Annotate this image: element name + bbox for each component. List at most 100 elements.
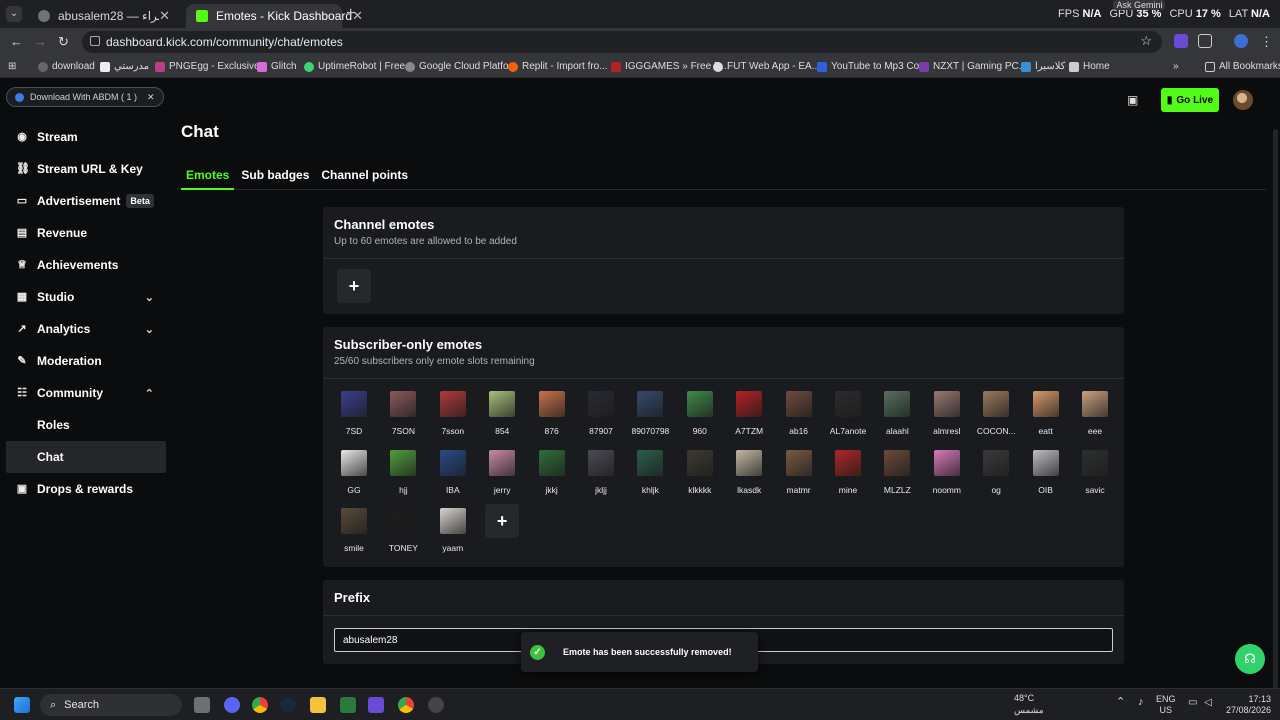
close-tab-icon[interactable]: ✕ — [159, 8, 170, 24]
bookmark-item[interactable]: كلاسيرا — [1021, 61, 1065, 72]
sidebar-item-drops-rewards[interactable]: ▣ Drops & rewards — [6, 473, 166, 505]
file-explorer-icon[interactable] — [310, 697, 326, 713]
emote-tile[interactable]: almresl — [927, 389, 976, 447]
tab-channel-points[interactable]: Channel points — [316, 163, 413, 190]
emote-tile[interactable]: 7sson — [433, 389, 482, 447]
sidebar-item-studio[interactable]: ▦ Studio ⌄ — [6, 281, 166, 313]
emote-tile[interactable]: 7SON — [383, 389, 432, 447]
emote-tile[interactable]: jerry — [482, 448, 531, 506]
user-avatar[interactable] — [1233, 90, 1253, 110]
bookmark-item[interactable]: Replit - Import fro... — [508, 61, 608, 72]
emote-tile[interactable]: 89070798 — [630, 389, 679, 447]
emote-tile[interactable]: eatt — [1026, 389, 1075, 447]
language-indicator[interactable]: ENG US — [1156, 694, 1176, 716]
bookmark-item[interactable]: NZXT | Gaming PC... — [919, 61, 1027, 72]
sidebar-item-moderation[interactable]: ✎ Moderation — [6, 345, 166, 377]
emote-tile[interactable]: jkljj — [581, 448, 630, 506]
back-arrow-icon[interactable]: ← — [10, 34, 23, 49]
add-channel-emote-button[interactable]: + — [337, 269, 371, 303]
emote-tile[interactable]: eee — [1075, 389, 1124, 447]
bookmark-item[interactable]: مدرستي — [100, 61, 149, 72]
emote-tile[interactable]: COCON... — [976, 389, 1025, 447]
go-live-button[interactable]: ▮ Go Live — [1161, 88, 1219, 112]
bookmark-item[interactable]: YouTube to Mp3 Co... — [817, 61, 928, 72]
emote-tile[interactable]: AL7anote — [828, 389, 877, 447]
emote-tile[interactable]: yaam — [433, 506, 482, 564]
emote-tile[interactable]: ab16 — [779, 389, 828, 447]
app-icon[interactable] — [340, 697, 356, 713]
emote-tile[interactable]: 876 — [532, 389, 581, 447]
emote-tile[interactable]: MLZLZ — [877, 448, 926, 506]
extension-icon[interactable] — [1174, 34, 1188, 48]
bookmark-item[interactable]: Glitch — [257, 61, 297, 72]
emote-tile[interactable]: 87907 — [581, 389, 630, 447]
tray-chevron-icon[interactable]: ⌃ — [1116, 697, 1125, 708]
sidebar-item-advertisement[interactable]: ▭ Advertisement Beta — [6, 185, 166, 217]
emote-tile[interactable]: savic — [1075, 448, 1124, 506]
studio-camera-icon[interactable]: ▣ — [1127, 93, 1143, 107]
menu-kebab-icon[interactable]: ⋮ — [1260, 34, 1273, 50]
app-icon[interactable] — [368, 697, 384, 713]
url-field[interactable]: dashboard.kick.com/community/chat/emotes… — [82, 31, 1162, 53]
browser-tab-active[interactable]: Emotes - Kick Dashboard ✕ — [186, 4, 363, 28]
add-subscriber-emote-button[interactable]: + — [485, 504, 520, 538]
weather-widget[interactable]: 48°C مشمس — [1014, 692, 1044, 716]
emote-tile[interactable]: mine — [828, 448, 877, 506]
chrome-active-icon[interactable] — [398, 697, 414, 713]
bookmark-item[interactable]: PNGEgg - Exclusive... — [155, 61, 268, 72]
forward-arrow-icon[interactable]: → — [34, 34, 47, 49]
all-bookmarks-folder[interactable]: All Bookmarks — [1205, 61, 1280, 72]
reload-icon[interactable]: ↻ — [58, 34, 69, 50]
emote-tile[interactable]: klkkkk — [680, 448, 729, 506]
sidebar-item-stream[interactable]: ◉ Stream — [6, 121, 166, 153]
microphone-icon[interactable]: ♪ — [1138, 697, 1144, 708]
chrome-icon[interactable] — [252, 697, 268, 713]
bookmark-item[interactable]: Google Cloud Platfo... — [405, 61, 517, 72]
site-info-icon[interactable] — [90, 36, 100, 46]
emote-tile[interactable]: khljk — [630, 448, 679, 506]
close-icon[interactable]: ✕ — [147, 92, 155, 103]
tab-search-button[interactable]: ⌄ — [6, 6, 22, 22]
page-scrollbar[interactable] — [1273, 129, 1278, 688]
emote-tile[interactable]: noomm — [927, 448, 976, 506]
sidebar-item-stream-url-key[interactable]: ⛓ Stream URL & Key — [6, 153, 166, 185]
emote-tile[interactable]: IBA — [433, 448, 482, 506]
support-chat-button[interactable]: ☊ — [1235, 644, 1265, 674]
apps-grid-icon[interactable]: ⊞ — [8, 61, 16, 72]
sidebar-item-community[interactable]: ☷ Community ⌃ — [6, 377, 166, 409]
bookmark-item[interactable]: Home — [1069, 61, 1110, 72]
more-bookmarks-chevron-icon[interactable]: » — [1173, 61, 1179, 72]
emote-tile[interactable]: TONEY — [383, 506, 432, 564]
emote-tile[interactable]: GG — [334, 448, 383, 506]
emote-tile[interactable]: alaahl — [877, 389, 926, 447]
windows-start-icon[interactable] — [14, 697, 30, 713]
volume-icon[interactable]: ◁ — [1204, 697, 1212, 708]
ask-gemini-button[interactable]: Ask Gemini — [1113, 0, 1166, 10]
sidebar-item-analytics[interactable]: ↗ Analytics ⌄ — [6, 313, 166, 345]
bookmark-item[interactable]: UptimeRobot | Free... — [304, 61, 413, 72]
steam-icon[interactable] — [280, 697, 296, 713]
profile-icon[interactable] — [1234, 34, 1248, 48]
extensions-puzzle-icon[interactable] — [1198, 34, 1212, 48]
task-view-icon[interactable] — [194, 697, 210, 713]
emote-tile[interactable]: matmr — [779, 448, 828, 506]
abdm-download-pill[interactable]: Download With ABDM ( 1 ) ✕ — [6, 87, 164, 107]
emote-tile[interactable]: hjj — [383, 448, 432, 506]
discord-icon[interactable] — [224, 697, 240, 713]
emote-tile[interactable]: OIB — [1026, 448, 1075, 506]
bookmark-item[interactable]: IGGGAMES » Free D... — [611, 61, 729, 72]
emote-tile[interactable]: 854 — [482, 389, 531, 447]
emote-tile[interactable]: 960 — [680, 389, 729, 447]
emote-tile[interactable]: jkkj — [532, 448, 581, 506]
emote-tile[interactable]: 7SD — [334, 389, 383, 447]
bookmark-item[interactable]: download — [38, 61, 95, 72]
taskbar-search[interactable]: ⌕ Search — [40, 694, 182, 716]
emote-tile[interactable]: A7TZM — [729, 389, 778, 447]
tab-emotes[interactable]: Emotes — [181, 163, 235, 190]
bookmark-item[interactable]: FUT Web App - EA... — [713, 61, 820, 72]
sidebar-item-roles[interactable]: Roles — [6, 409, 166, 441]
network-icon[interactable]: ▭ — [1188, 697, 1197, 708]
sidebar-item-chat[interactable]: Chat — [6, 441, 166, 473]
emote-tile[interactable]: lkasdk — [729, 448, 778, 506]
app-icon[interactable] — [428, 697, 444, 713]
